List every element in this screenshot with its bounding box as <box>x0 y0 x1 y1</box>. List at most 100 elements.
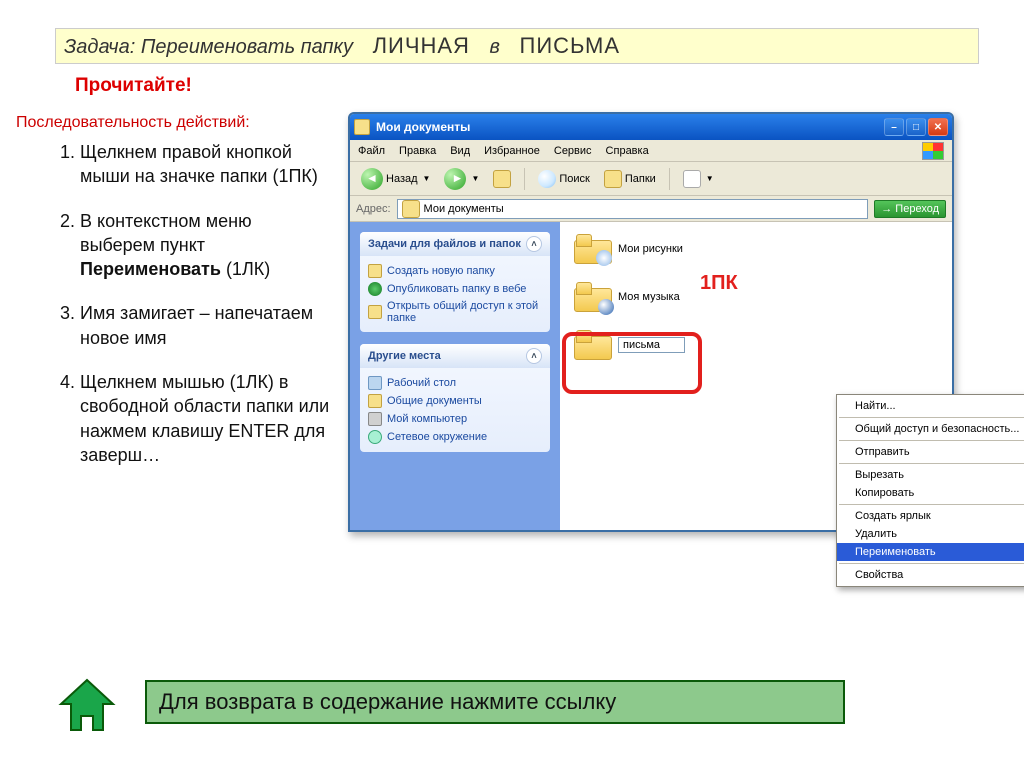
chevron-up-icon: ˄ <box>526 236 542 252</box>
sidebar: Задачи для файлов и папок ˄ Создать нову… <box>350 222 560 530</box>
task-mid: в <box>490 36 500 58</box>
ctx-rename[interactable]: Переименовать <box>837 543 1024 561</box>
step-1: Щелкнем правой кнопкой мыши на значке па… <box>80 140 331 189</box>
toolbar: Назад▼ ▼ Поиск Папки ▼ <box>350 162 952 196</box>
ctx-send[interactable]: Отправить▶ <box>837 443 1024 461</box>
menu-tools[interactable]: Сервис <box>554 145 592 157</box>
desktop-icon <box>368 376 382 390</box>
separator <box>524 168 525 190</box>
ctx-find[interactable]: Найти... <box>837 397 1024 415</box>
menu-help[interactable]: Справка <box>606 145 649 157</box>
separator <box>839 440 1024 441</box>
windows-logo-icon <box>922 142 944 160</box>
task-text: Переименовать папку <box>141 36 353 58</box>
folder-icon <box>604 170 622 188</box>
ctx-props[interactable]: Свойства <box>837 566 1024 584</box>
views-button[interactable]: ▼ <box>678 168 719 190</box>
globe-icon <box>368 282 382 296</box>
separator <box>839 563 1024 564</box>
separator <box>839 417 1024 418</box>
folder-up-icon <box>493 170 511 188</box>
folder-music[interactable]: Моя музыка <box>570 280 942 314</box>
ctx-share[interactable]: Общий доступ и безопасность... <box>837 420 1024 438</box>
panel-other-places: Другие места ˄ Рабочий стол Общие докуме… <box>360 344 550 452</box>
ctx-cut[interactable]: Вырезать <box>837 466 1024 484</box>
link-new-folder[interactable]: Создать новую папку <box>368 262 542 280</box>
panel-file-tasks: Задачи для файлов и папок ˄ Создать нову… <box>360 232 550 332</box>
folder-icon <box>574 282 610 312</box>
address-bar: Адрес: Мои документы → Переход <box>350 196 952 222</box>
network-icon <box>368 430 382 444</box>
chevron-down-icon: ▼ <box>471 174 479 183</box>
link-mycomputer[interactable]: Мой компьютер <box>368 410 542 428</box>
annotation-rclick: 1ПК <box>700 272 738 295</box>
menubar: Файл Правка Вид Избранное Сервис Справка <box>350 140 952 162</box>
task-banner: Задача: Переименовать папку ЛИЧНАЯ в ПИС… <box>55 28 979 64</box>
home-icon[interactable] <box>55 676 119 734</box>
link-publish[interactable]: Опубликовать папку в вебе <box>368 280 542 298</box>
folder-icon <box>574 234 610 264</box>
ctx-delete[interactable]: Удалить <box>837 525 1024 543</box>
context-menu: Найти... Общий доступ и безопасность... … <box>836 394 1024 587</box>
go-button[interactable]: → Переход <box>874 200 946 218</box>
step-4: Щелкнем мышью (1ЛК) в свободной области … <box>80 370 331 467</box>
steps-list: Щелкнем правой кнопкой мыши на значке па… <box>56 140 331 487</box>
views-icon <box>683 170 701 188</box>
folder-icon <box>574 330 610 360</box>
separator <box>839 504 1024 505</box>
folder-icon <box>354 119 370 135</box>
separator <box>669 168 670 190</box>
search-icon <box>538 170 556 188</box>
folder-icon <box>368 394 382 408</box>
window-title: Мои документы <box>376 120 470 134</box>
content-area[interactable]: Мои рисунки Моя музыка письма Найти... О… <box>560 222 952 530</box>
forward-icon <box>444 168 466 190</box>
step-2: В контекстном меню выберем пункт Переиме… <box>80 209 331 282</box>
titlebar[interactable]: Мои документы – □ ✕ <box>350 114 952 140</box>
link-share[interactable]: Открыть общий доступ к этой папке <box>368 298 542 326</box>
folders-button[interactable]: Папки <box>599 168 661 190</box>
back-icon <box>361 168 383 190</box>
menu-file[interactable]: Файл <box>358 145 385 157</box>
address-label: Адрес: <box>356 203 391 215</box>
step-3: Имя замигает – напечатаем новое имя <box>80 301 331 350</box>
up-button[interactable] <box>488 168 516 190</box>
link-shared[interactable]: Общие документы <box>368 392 542 410</box>
close-button[interactable]: ✕ <box>928 118 948 136</box>
separator <box>839 463 1024 464</box>
back-link-bar[interactable]: Для возврата в содержание нажмите ссылку <box>145 680 845 724</box>
task-label: Задача: <box>64 36 135 58</box>
back-button[interactable]: Назад▼ <box>356 166 435 192</box>
chevron-down-icon: ▼ <box>706 174 714 183</box>
explorer-window: Мои документы – □ ✕ Файл Правка Вид Избр… <box>348 112 954 532</box>
folder-icon <box>368 264 382 278</box>
ctx-shortcut[interactable]: Создать ярлык <box>837 507 1024 525</box>
minimize-button[interactable]: – <box>884 118 904 136</box>
menu-edit[interactable]: Правка <box>399 145 436 157</box>
ctx-copy[interactable]: Копировать <box>837 484 1024 502</box>
address-value: Мои документы <box>424 203 504 215</box>
folder-icon <box>368 305 382 319</box>
read-hint: Прочитайте! <box>75 75 192 97</box>
computer-icon <box>368 412 382 426</box>
arrow-right-icon: → <box>881 203 892 215</box>
link-network[interactable]: Сетевое окружение <box>368 428 542 446</box>
back-link-text: Для возврата в содержание нажмите ссылку <box>159 689 616 715</box>
panel-header[interactable]: Другие места ˄ <box>360 344 550 368</box>
maximize-button[interactable]: □ <box>906 118 926 136</box>
link-desktop[interactable]: Рабочий стол <box>368 374 542 392</box>
menu-view[interactable]: Вид <box>450 145 470 157</box>
task-from: ЛИЧНАЯ <box>359 33 484 58</box>
panel-header[interactable]: Задачи для файлов и папок ˄ <box>360 232 550 256</box>
task-to: ПИСЬМА <box>506 33 634 58</box>
sequence-label: Последовательность действий: <box>16 114 250 132</box>
folder-icon <box>402 200 420 218</box>
chevron-down-icon: ▼ <box>423 174 431 183</box>
menu-fav[interactable]: Избранное <box>484 145 540 157</box>
forward-button[interactable]: ▼ <box>439 166 484 192</box>
folder-pictures[interactable]: Мои рисунки <box>570 232 942 266</box>
search-button[interactable]: Поиск <box>533 168 594 190</box>
address-field[interactable]: Мои документы <box>397 199 869 219</box>
chevron-up-icon: ˄ <box>526 348 542 364</box>
folder-letters[interactable]: письма <box>570 328 942 362</box>
